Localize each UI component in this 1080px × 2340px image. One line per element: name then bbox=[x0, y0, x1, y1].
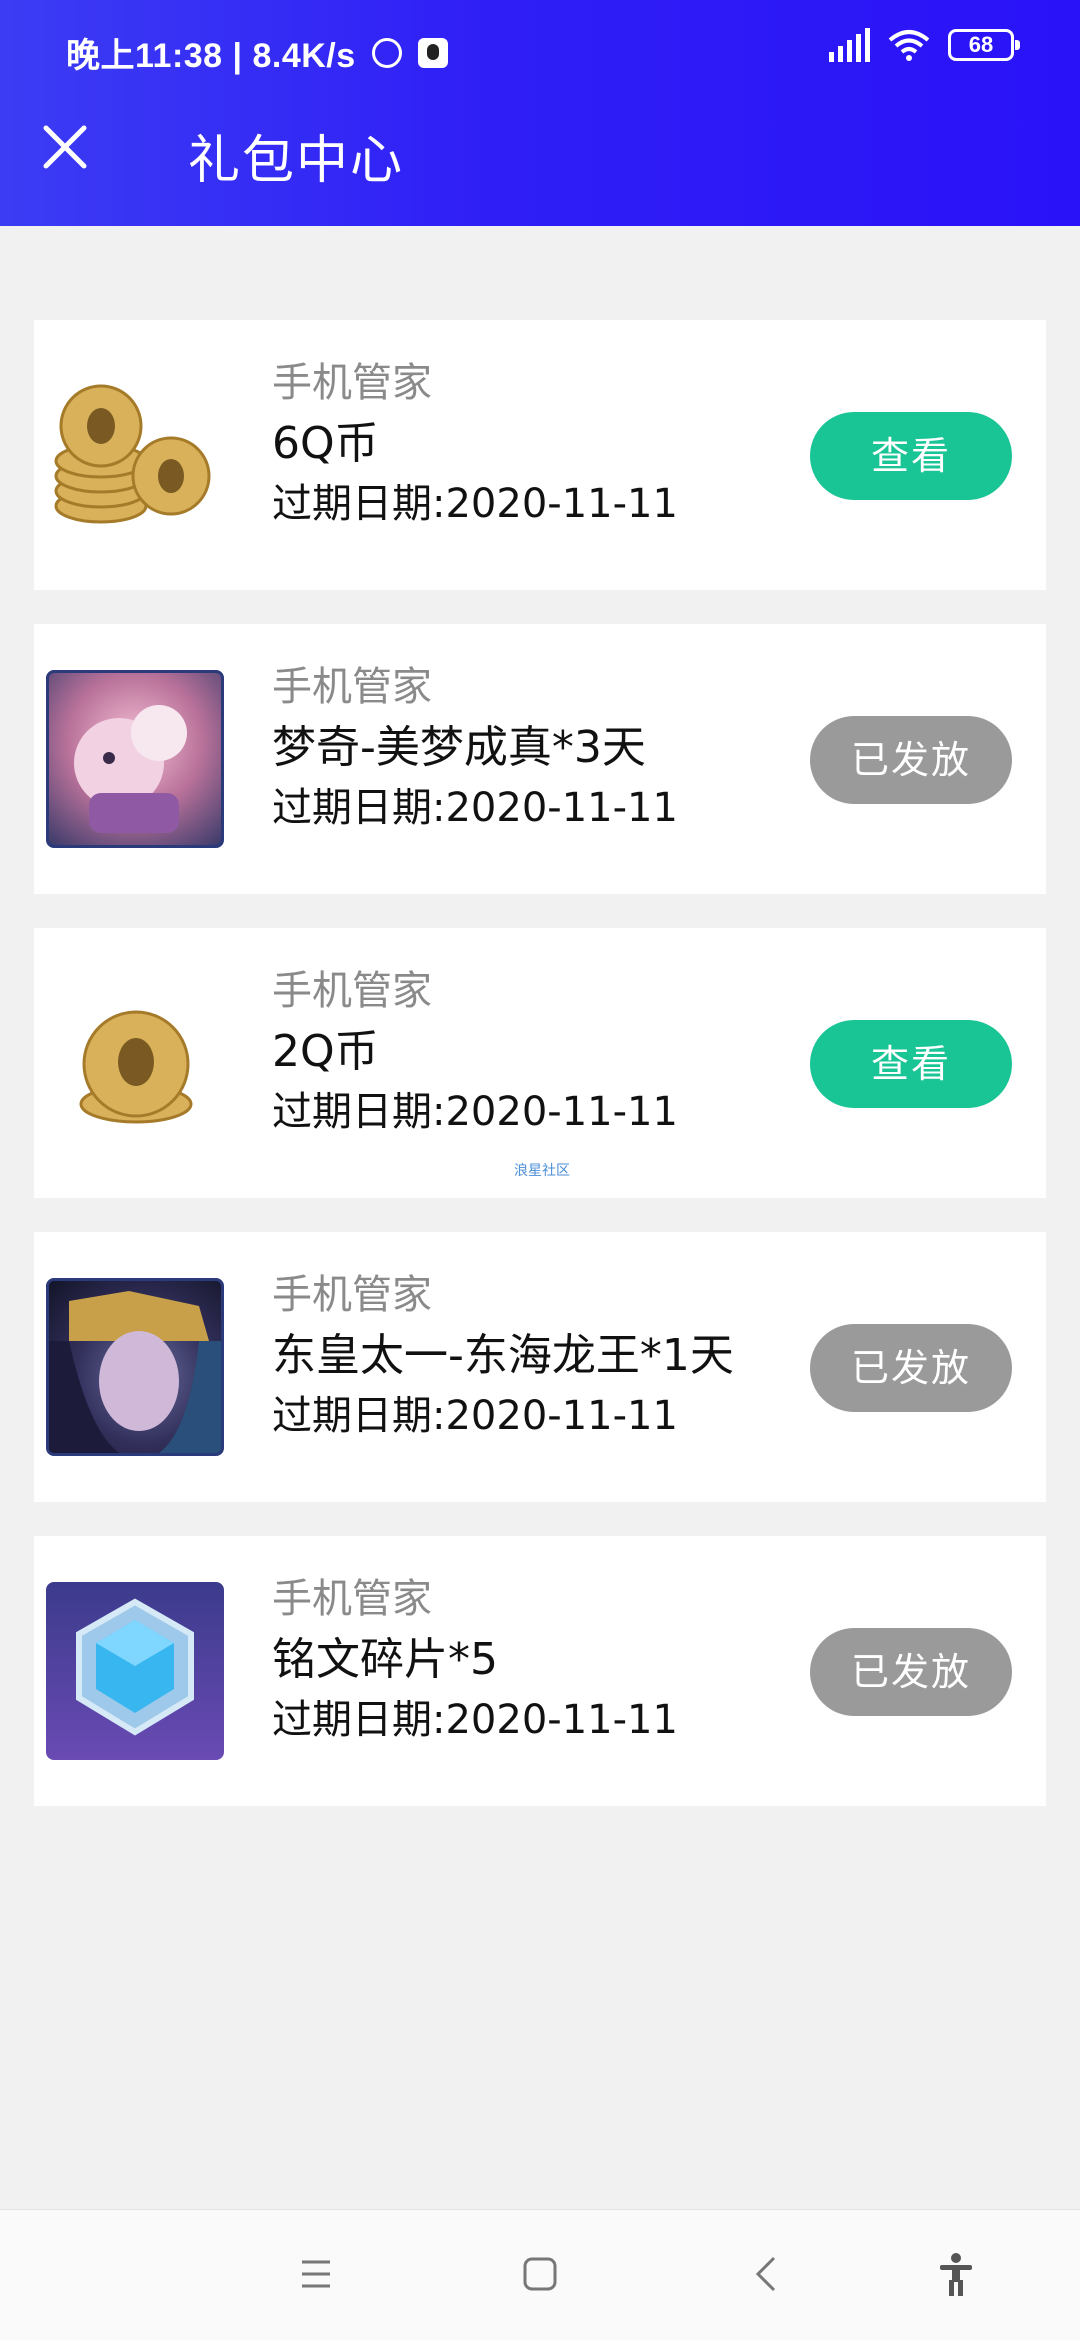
hero-skin-icon bbox=[46, 670, 224, 848]
close-icon[interactable] bbox=[40, 122, 90, 172]
gift-list: 手机管家 6Q币 过期日期:2020-11-11 查看 手机管家 梦奇-美梦成真… bbox=[34, 320, 1046, 1840]
claimed-button[interactable]: 已发放 bbox=[810, 716, 1012, 804]
gift-source: 手机管家 bbox=[272, 1576, 432, 1622]
gift-name: 梦奇-美梦成真*3天 bbox=[272, 722, 646, 773]
claimed-button[interactable]: 已发放 bbox=[810, 1324, 1012, 1412]
gift-source: 手机管家 bbox=[272, 968, 432, 1014]
gift-name: 铭文碎片*5 bbox=[272, 1634, 498, 1685]
back-icon[interactable] bbox=[742, 2250, 790, 2298]
gift-name: 6Q币 bbox=[272, 418, 379, 469]
gift-card: 手机管家 铭文碎片*5 过期日期:2020-11-11 已发放 bbox=[34, 1536, 1046, 1806]
gift-card: 手机管家 东皇太一-东海龙王*1天 过期日期:2020-11-11 已发放 bbox=[34, 1232, 1046, 1502]
accessibility-icon[interactable] bbox=[932, 2250, 980, 2298]
status-time: 晚上11:38 | 8.4K/s bbox=[66, 37, 356, 75]
alarm-icon bbox=[371, 37, 402, 68]
wifi-icon bbox=[888, 30, 930, 61]
gift-expiry: 过期日期:2020-11-11 bbox=[272, 1393, 678, 1439]
signal-icon bbox=[829, 28, 870, 62]
home-icon[interactable] bbox=[516, 2250, 564, 2298]
gift-source: 手机管家 bbox=[272, 1272, 432, 1318]
claimed-button[interactable]: 已发放 bbox=[810, 1628, 1012, 1716]
gift-expiry: 过期日期:2020-11-11 bbox=[272, 1089, 678, 1135]
gift-name: 东皇太一-东海龙王*1天 bbox=[272, 1330, 734, 1381]
qq-icon bbox=[417, 37, 448, 68]
gift-name: 2Q币 bbox=[272, 1026, 379, 1077]
gift-card: 手机管家 梦奇-美梦成真*3天 过期日期:2020-11-11 已发放 bbox=[34, 624, 1046, 894]
coin-icon bbox=[46, 974, 224, 1152]
gift-source: 手机管家 bbox=[272, 360, 432, 406]
view-button[interactable]: 查看 bbox=[810, 1020, 1012, 1108]
hero-skin-icon bbox=[46, 1278, 224, 1456]
page-title: 礼包中心 bbox=[188, 131, 405, 191]
app-header: 晚上11:38 | 8.4K/s 68 礼包中心 bbox=[0, 0, 1080, 226]
gift-expiry: 过期日期:2020-11-11 bbox=[272, 785, 678, 831]
coin-stack-icon bbox=[46, 366, 224, 544]
gem-icon bbox=[46, 1582, 224, 1760]
gift-card: 手机管家 6Q币 过期日期:2020-11-11 查看 bbox=[34, 320, 1046, 590]
gift-expiry: 过期日期:2020-11-11 bbox=[272, 481, 678, 527]
status-bar: 晚上11:38 | 8.4K/s 68 bbox=[0, 0, 1080, 96]
menu-icon[interactable] bbox=[292, 2250, 340, 2298]
system-nav-bar bbox=[0, 2209, 1080, 2340]
gift-card: 手机管家 2Q币 过期日期:2020-11-11 查看 浪星社区 bbox=[34, 928, 1046, 1198]
gift-source: 手机管家 bbox=[272, 664, 432, 710]
battery-icon: 68 bbox=[948, 29, 1020, 61]
gift-expiry: 过期日期:2020-11-11 bbox=[272, 1697, 678, 1743]
view-button[interactable]: 查看 bbox=[810, 412, 1012, 500]
watermark: 浪星社区 bbox=[514, 1163, 570, 1179]
